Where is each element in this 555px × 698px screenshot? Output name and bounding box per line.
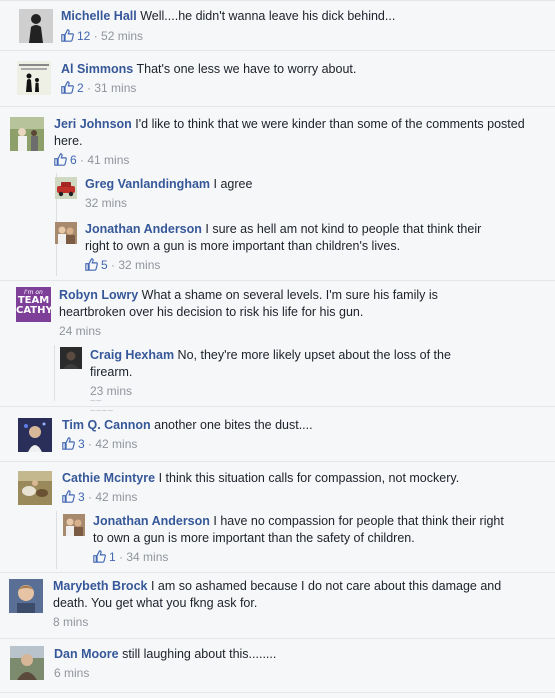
divider [0, 572, 555, 573]
comment-author[interactable]: Craig Hexham [90, 348, 174, 362]
comment-time[interactable]: 8 mins [53, 615, 88, 629]
child-portrait-icon[interactable] [9, 579, 43, 613]
comment-author[interactable]: Marybeth Brock [53, 579, 147, 593]
team-cathy-badge[interactable]: I'm on TEAM CATHY [16, 287, 51, 322]
comment-author[interactable]: Greg Vanlandingham [85, 177, 210, 191]
couple-photo-icon[interactable] [63, 514, 85, 536]
comment-thread: Michelle Hall Well....he didn't wanna le… [0, 0, 555, 698]
divider [0, 638, 555, 639]
person-silhouette-icon[interactable] [19, 9, 53, 43]
like-icon [54, 153, 67, 166]
poster-silhouette-icon[interactable] [17, 61, 51, 95]
like-icon [61, 29, 74, 42]
comment-time[interactable]: 32 mins [118, 258, 160, 272]
comment-time[interactable]: 42 mins [95, 437, 137, 451]
divider [0, 50, 555, 51]
comment-text: still laughing about this........ [122, 647, 277, 661]
like-icon [62, 490, 75, 503]
divider [0, 0, 555, 1]
like-count[interactable]: 2 [61, 81, 84, 95]
like-count[interactable]: 5 [85, 258, 108, 272]
comment-text: I think this situation calls for compass… [158, 471, 460, 485]
reply-thread-line [56, 511, 57, 569]
divider [0, 106, 555, 107]
comment-time[interactable]: 34 mins [126, 550, 168, 564]
like-icon [85, 258, 98, 271]
comment-time[interactable]: 31 mins [94, 81, 136, 95]
divider [0, 406, 555, 407]
divider [0, 692, 555, 693]
comment-text: Well....he didn't wanna leave his dick b… [140, 9, 396, 23]
dark-portrait-icon[interactable] [60, 347, 82, 369]
like-count[interactable]: 6 [54, 153, 77, 167]
comment-author[interactable]: Tim Q. Cannon [62, 418, 151, 432]
comment-author[interactable]: Jonathan Anderson [85, 222, 202, 236]
outdoor-portrait-icon[interactable] [10, 646, 44, 680]
like-count[interactable]: 12 [61, 29, 90, 43]
comment-author[interactable]: Al Simmons [61, 62, 133, 76]
divider [0, 280, 555, 281]
divider [0, 461, 555, 462]
like-icon [93, 550, 106, 563]
comment-time[interactable]: 32 mins [85, 196, 127, 210]
like-icon [61, 81, 74, 94]
couple-photo-icon[interactable] [55, 222, 77, 244]
comment-time[interactable]: 24 mins [59, 324, 101, 338]
badge-line: CATHY [16, 305, 51, 316]
comment-time[interactable]: 52 mins [101, 29, 143, 43]
comment-text: another one bites the dust.... [154, 418, 313, 432]
like-count[interactable]: 1 [93, 550, 116, 564]
like-icon [62, 437, 75, 450]
night-portrait-icon[interactable] [18, 418, 52, 452]
comment-author[interactable]: Michelle Hall [61, 9, 137, 23]
comment-text: That's one less we have to worry about. [136, 62, 357, 76]
comment-author[interactable]: Jeri Johnson [54, 117, 132, 131]
animals-photo-icon[interactable] [18, 471, 52, 505]
comment-time[interactable]: 41 mins [87, 153, 129, 167]
comment-time[interactable]: 6 mins [54, 666, 89, 680]
comment-author[interactable]: Jonathan Anderson [93, 514, 210, 528]
overlap-artifact: ~~ ~~~~ [90, 396, 114, 417]
reply-thread-line [54, 345, 55, 401]
like-count[interactable]: 3 [62, 437, 85, 451]
comment-text: I agree [213, 177, 253, 191]
comment-author[interactable]: Cathie Mcintyre [62, 471, 155, 485]
outdoor-photo-icon[interactable] [10, 117, 44, 151]
comment-author[interactable]: Robyn Lowry [59, 288, 138, 302]
comment-time[interactable]: 42 mins [95, 490, 137, 504]
car-photo-icon[interactable] [55, 177, 77, 199]
like-count[interactable]: 3 [62, 490, 85, 504]
comment-author[interactable]: Dan Moore [54, 647, 119, 661]
